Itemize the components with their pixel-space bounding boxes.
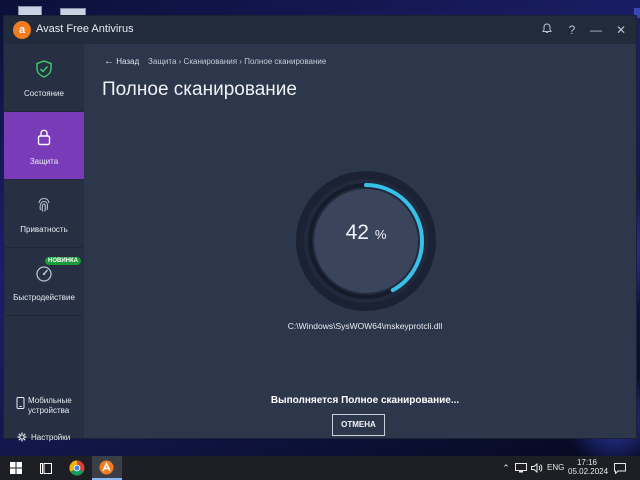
breadcrumb-separator: › — [239, 57, 242, 66]
avast-taskbar-button[interactable] — [92, 456, 122, 480]
mobile-devices-label-line2: устройства — [28, 406, 70, 415]
cancel-button[interactable]: ОТМЕНА — [332, 414, 385, 436]
show-hidden-icons-button[interactable]: ⌃ — [500, 456, 512, 480]
sidebar-item-label: Защита — [29, 157, 59, 166]
avast-logo-icon: a — [13, 21, 31, 39]
windows-logo-icon — [10, 462, 22, 474]
back-link[interactable]: Назад — [116, 57, 139, 66]
scan-status-text: Выполняется Полное сканирование... — [270, 395, 460, 406]
new-badge: НОВИНКА — [45, 257, 81, 265]
window-title: Avast Free Antivirus — [36, 23, 134, 35]
minimize-button[interactable]: — — [585, 20, 607, 40]
sidebar: Состояние Защита Приватность НОВИНКА Быс… — [4, 44, 84, 442]
settings-label: Настройки — [31, 433, 71, 442]
fingerprint-icon — [38, 197, 50, 212]
speedometer-icon — [36, 266, 52, 282]
current-file-path: C:\Windows\SysWOW64\mskeyprotcli.dll — [287, 321, 443, 331]
close-button[interactable]: ✕ — [610, 20, 632, 40]
scan-progress-ring: 42 % — [294, 169, 438, 313]
breadcrumb-separator: › — [178, 57, 182, 66]
mobile-phone-icon — [16, 397, 25, 409]
breadcrumb: ← Назад Защита › Сканирования › Полное с… — [104, 56, 326, 67]
title-bar: a Avast Free Antivirus ? — ✕ — [4, 16, 636, 44]
progress-value: 42 — [345, 221, 369, 244]
start-button[interactable] — [0, 456, 32, 480]
avast-window: a Avast Free Antivirus ? — ✕ Состояние З… — [4, 16, 636, 442]
notification-center-icon[interactable] — [612, 456, 628, 480]
avast-icon — [99, 460, 114, 475]
task-view-button[interactable] — [32, 456, 60, 480]
gear-icon — [17, 432, 27, 442]
network-icon[interactable] — [514, 456, 528, 480]
breadcrumb-protection[interactable]: Защита — [148, 57, 176, 66]
mobile-devices-label-line1: Мобильные — [28, 396, 72, 405]
sidebar-item-privacy[interactable]: Приватность — [4, 180, 84, 248]
clock[interactable]: 17:16 05.02.2024 — [568, 456, 609, 480]
sidebar-item-status[interactable]: Состояние — [4, 44, 84, 112]
back-arrow-icon[interactable]: ← — [104, 56, 114, 67]
shield-check-icon — [36, 60, 52, 78]
sidebar-item-performance[interactable]: НОВИНКА Быстродействие — [4, 248, 84, 316]
language-indicator[interactable]: ENG — [547, 456, 565, 480]
main-content: ← Назад Защита › Сканирования › Полное с… — [84, 44, 636, 438]
progress-unit: % — [374, 227, 387, 242]
sidebar-item-protection[interactable]: Защита — [4, 112, 84, 180]
progress-percent: 42 % — [294, 221, 438, 245]
breadcrumb-full-scan: Полное сканирование — [244, 57, 327, 66]
lock-icon — [37, 129, 51, 146]
breadcrumb-scans[interactable]: Сканирования — [184, 57, 238, 66]
sidebar-item-label: Быстродействие — [13, 293, 75, 302]
notifications-bell-icon[interactable] — [536, 20, 558, 40]
help-button[interactable]: ? — [561, 20, 583, 40]
clock-time: 17:16 — [576, 458, 598, 467]
clock-date: 05.02.2024 — [568, 467, 609, 476]
chrome-taskbar-button[interactable] — [62, 456, 92, 480]
sidebar-item-label: Приватность — [20, 225, 68, 234]
page-title: Полное сканирование — [102, 79, 297, 100]
sidebar-item-label: Состояние — [24, 89, 64, 98]
chrome-icon — [69, 460, 85, 476]
taskbar: ⌃ ENG 17:16 05.02.2024 — [0, 456, 640, 480]
task-view-icon — [40, 463, 52, 474]
volume-icon[interactable] — [530, 456, 544, 480]
